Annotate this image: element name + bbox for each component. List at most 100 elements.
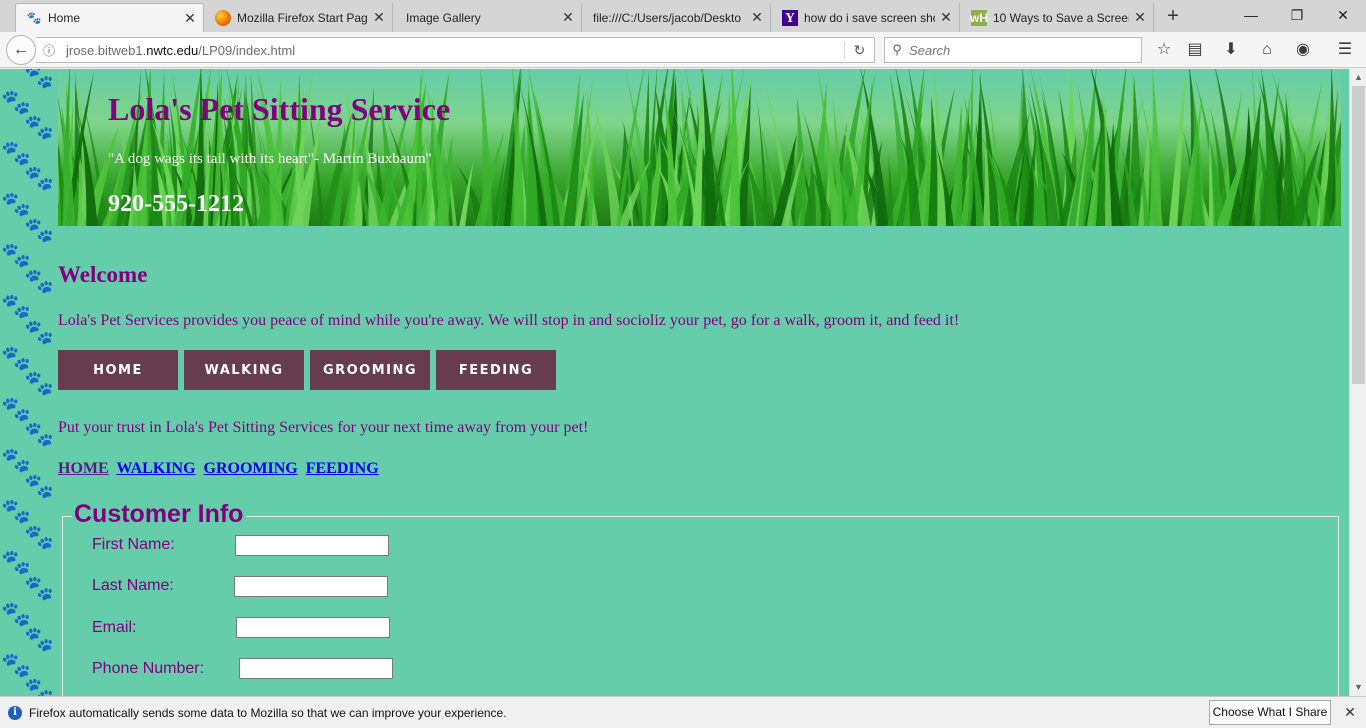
paw-print-icon: 🐾 bbox=[1, 395, 31, 423]
url-prefix: jrose.bitweb1. bbox=[66, 42, 147, 58]
info-icon: i bbox=[8, 706, 22, 720]
reading-list-icon[interactable]: ▤ bbox=[1185, 40, 1205, 60]
tab-title: Image Gallery bbox=[406, 10, 481, 25]
first-name-label: First Name: bbox=[92, 536, 175, 553]
site-quote: "A dog wags its tail with its heart"- Ma… bbox=[108, 151, 432, 167]
url-host: nwtc.edu bbox=[146, 42, 199, 58]
close-icon[interactable]: ✕ bbox=[372, 9, 386, 26]
scroll-thumb[interactable] bbox=[1352, 86, 1365, 384]
tab-title: file:///C:/Users/jacob/Deskto bbox=[593, 10, 742, 25]
paw-print-icon: 🐾 bbox=[24, 626, 54, 654]
close-icon[interactable]: ✕ bbox=[1342, 704, 1358, 721]
new-tab-icon[interactable]: + bbox=[1160, 6, 1186, 28]
paw-print-border: 🐾 🐾 🐾 🐾 🐾 🐾 🐾 🐾 🐾 🐾 🐾 🐾 🐾 🐾 🐾 🐾 🐾 🐾 🐾 🐾 🐾 🐾 🐾 🐾 🐾 bbox=[0, 69, 58, 696]
tab-image-gallery[interactable]: Image Gallery ✕ bbox=[394, 3, 582, 32]
close-icon[interactable]: ✕ bbox=[750, 9, 764, 26]
nav-button-walking[interactable]: WALKING bbox=[184, 350, 304, 390]
paw-print-icon: 🐾 bbox=[24, 421, 54, 449]
reload-icon[interactable]: ↻ bbox=[844, 41, 874, 59]
tab-wikihow[interactable]: wH 10 Ways to Save a Screen ✕ bbox=[961, 3, 1154, 32]
bookmark-star-icon[interactable]: ☆ bbox=[1154, 40, 1174, 60]
paw-print-icon: 🐾 bbox=[24, 523, 54, 551]
page-viewport: 🐾 🐾 🐾 🐾 🐾 🐾 🐾 🐾 🐾 🐾 🐾 🐾 🐾 🐾 🐾 🐾 🐾 🐾 🐾 🐾 🐾 🐾 🐾 🐾 🐾 Lola's Pet Sit… bbox=[0, 69, 1349, 696]
close-icon[interactable]: ✕ bbox=[183, 10, 197, 27]
paw-print-icon: 🐾 bbox=[1, 139, 31, 167]
tab-strip: 🐾 Home ✕ Mozilla Firefox Start Pag ✕ Ima… bbox=[0, 0, 1366, 32]
paw-print-icon: 🐾 bbox=[1, 88, 31, 116]
paw-print-icon: 🐾 bbox=[24, 114, 54, 142]
paw-print-icon: 🐾 bbox=[24, 677, 54, 696]
email-field[interactable] bbox=[236, 617, 390, 638]
text-link-walking[interactable]: WALKING bbox=[116, 460, 195, 477]
tab-firefox-start[interactable]: Mozilla Firefox Start Pag ✕ bbox=[205, 3, 393, 32]
last-name-field[interactable] bbox=[234, 576, 388, 597]
tab-yahoo-search[interactable]: Y how do i save screen sho ✕ bbox=[772, 3, 960, 32]
notification-text: Firefox automatically sends some data to… bbox=[29, 706, 507, 720]
paw-print-icon: 🐾 bbox=[1, 447, 31, 474]
downloads-icon[interactable]: ⬇ bbox=[1221, 40, 1241, 60]
restore-icon[interactable]: ❐ bbox=[1274, 0, 1320, 30]
text-link-grooming[interactable]: GROOMING bbox=[204, 460, 298, 477]
url-bar[interactable]: ⓘ jrose.bitweb1.nwtc.edu/LP09/index.html… bbox=[36, 37, 875, 63]
scroll-down-icon[interactable]: ▼ bbox=[1350, 679, 1366, 696]
site-phone: 920-555-1212 bbox=[108, 191, 244, 217]
scroll-up-icon[interactable]: ▲ bbox=[1350, 69, 1366, 86]
paw-print-icon: 🐾 bbox=[24, 216, 54, 244]
text-link-feeding[interactable]: FEEDING bbox=[306, 460, 379, 477]
url-text[interactable]: jrose.bitweb1.nwtc.edu/LP09/index.html bbox=[60, 43, 844, 58]
paw-print-icon: 🐾 bbox=[24, 69, 54, 90]
search-icon: ⚲ bbox=[892, 42, 902, 57]
phone-number-label: Phone Number: bbox=[92, 660, 205, 677]
wikihow-icon: wH bbox=[970, 9, 988, 26]
intro-text: Lola's Pet Services provides you peace o… bbox=[58, 312, 960, 329]
choose-what-i-share-button[interactable]: Choose What I Share bbox=[1209, 700, 1331, 725]
nav-button-grooming[interactable]: GROOMING bbox=[310, 350, 430, 390]
text-navigation: HOME WALKING GROOMING FEEDING bbox=[58, 460, 383, 478]
welcome-heading: Welcome bbox=[58, 262, 148, 287]
search-input[interactable] bbox=[909, 42, 1141, 58]
paw-print-icon: 🐾 bbox=[24, 319, 54, 346]
trust-text: Put your trust in Lola's Pet Sitting Ser… bbox=[58, 419, 589, 436]
phone-number-field[interactable] bbox=[239, 658, 393, 679]
paw-print-icon: 🐾 bbox=[1, 191, 31, 218]
vertical-scrollbar[interactable]: ▲ ▼ bbox=[1349, 69, 1366, 696]
tab-title: Mozilla Firefox Start Pag bbox=[237, 10, 368, 25]
nav-button-feeding[interactable]: FEEDING bbox=[436, 350, 556, 390]
close-icon[interactable]: ✕ bbox=[1133, 9, 1147, 26]
tab-local-file[interactable]: file:///C:/Users/jacob/Deskto ✕ bbox=[583, 3, 771, 32]
home-icon[interactable]: ⌂ bbox=[1257, 40, 1277, 60]
tab-home[interactable]: 🐾 Home ✕ bbox=[15, 3, 204, 32]
tab-title: Home bbox=[48, 11, 81, 25]
tab-title: 10 Ways to Save a Screen bbox=[993, 10, 1129, 25]
site-title: Lola's Pet Sitting Service bbox=[108, 91, 451, 127]
tab-title: how do i save screen sho bbox=[804, 10, 935, 25]
paw-print-icon: 🐾 bbox=[24, 472, 54, 500]
text-link-home[interactable]: HOME bbox=[58, 460, 109, 477]
paw-icon: 🐾 bbox=[26, 11, 42, 25]
window-close-icon[interactable]: ✕ bbox=[1320, 0, 1366, 30]
paw-print-icon: 🐾 bbox=[24, 370, 54, 398]
paw-print-icon: 🐾 bbox=[24, 267, 54, 295]
paw-print-icon: 🐾 bbox=[1, 651, 31, 679]
minimize-icon[interactable]: — bbox=[1228, 0, 1274, 30]
last-name-label: Last Name: bbox=[92, 577, 174, 594]
customer-info-legend: Customer Info bbox=[74, 500, 244, 528]
paw-print-icon: 🐾 bbox=[1, 242, 31, 270]
paw-print-icon: 🐾 bbox=[24, 575, 54, 602]
close-icon[interactable]: ✕ bbox=[561, 9, 575, 26]
paw-print-icon: 🐾 bbox=[24, 165, 54, 193]
info-icon[interactable]: ⓘ bbox=[38, 42, 60, 59]
paw-print-icon: 🐾 bbox=[1, 498, 31, 526]
back-arrow-icon[interactable]: ← bbox=[6, 35, 36, 65]
nav-button-home[interactable]: HOME bbox=[58, 350, 178, 390]
close-icon[interactable]: ✕ bbox=[939, 9, 953, 26]
menu-hamburger-icon[interactable]: ☰ bbox=[1335, 40, 1355, 60]
navigation-toolbar: ← ⓘ jrose.bitweb1.nwtc.edu/LP09/index.ht… bbox=[0, 32, 1366, 68]
search-bar[interactable]: ⚲ bbox=[884, 37, 1142, 63]
paw-print-icon: 🐾 bbox=[1, 600, 31, 628]
pocket-icon[interactable]: ◉ bbox=[1293, 40, 1313, 60]
paw-print-icon: 🐾 bbox=[1, 549, 31, 577]
firefox-icon bbox=[215, 9, 231, 26]
first-name-field[interactable] bbox=[235, 535, 389, 556]
paw-print-icon: 🐾 bbox=[1, 344, 31, 372]
